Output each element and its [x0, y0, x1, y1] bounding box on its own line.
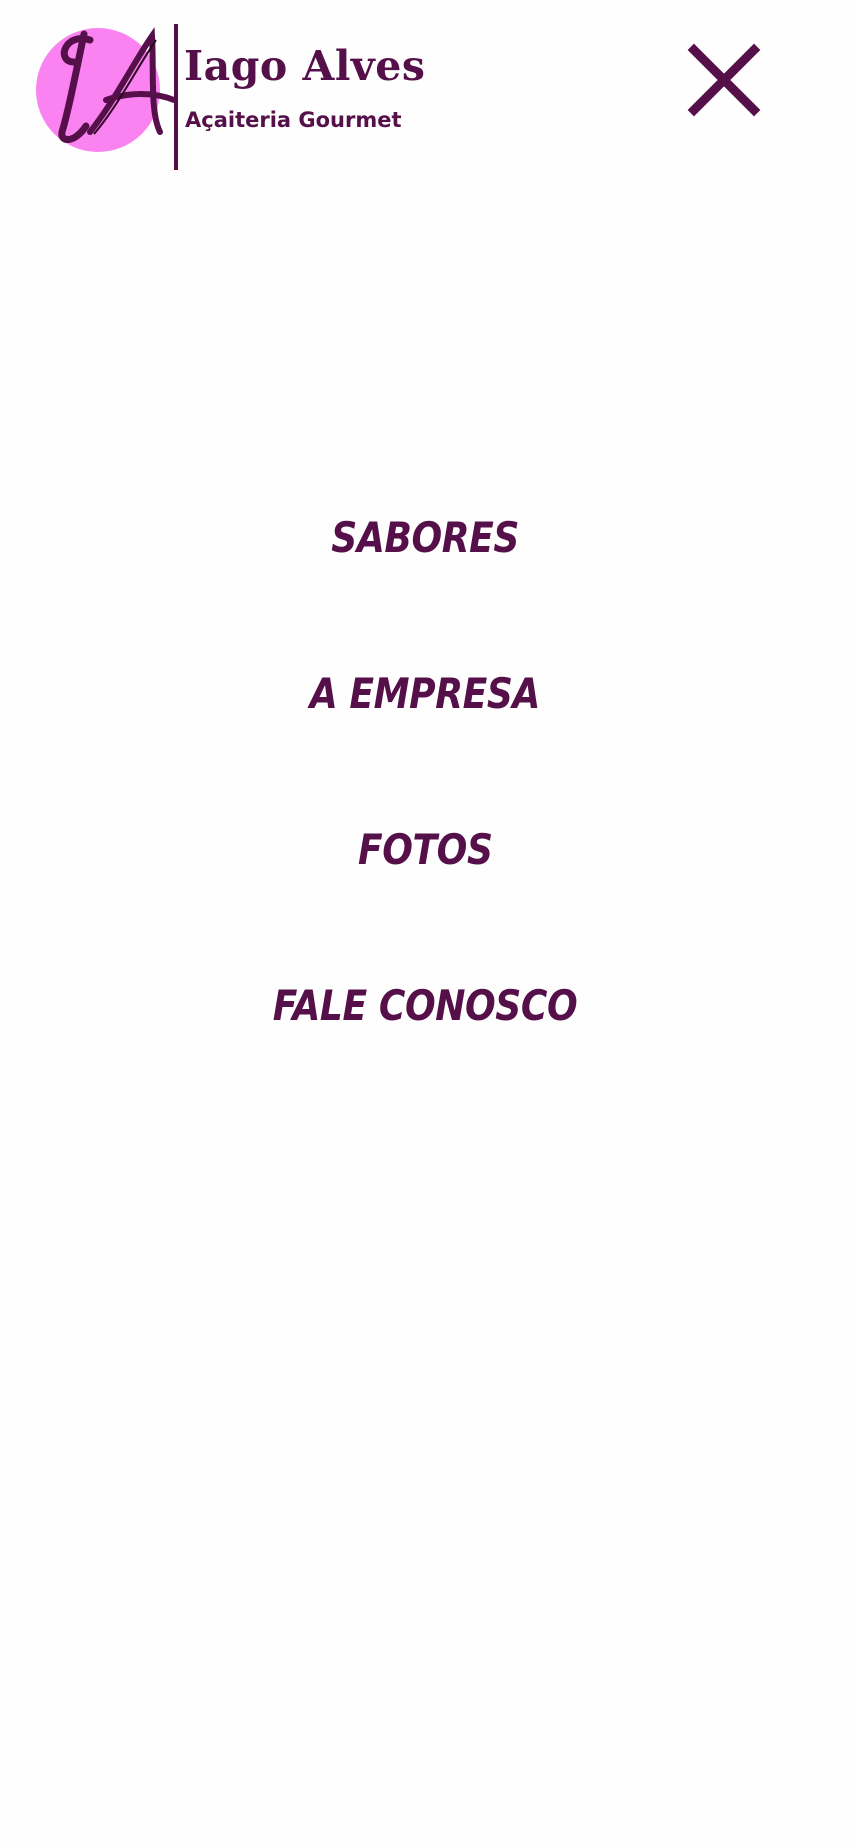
site-header: Iago Alves Açaiteria Gourmet — [0, 0, 850, 180]
nav-item-fale-conosco[interactable]: FALE CONOSCO — [0, 968, 850, 1124]
close-menu-button[interactable] — [686, 42, 762, 118]
nav-item-fotos[interactable]: FOTOS — [0, 812, 850, 968]
nav-item-label: SABORES — [331, 513, 519, 562]
nav-item-sabores[interactable]: SABORES — [0, 500, 850, 656]
brand-name: Iago Alves — [184, 42, 426, 90]
main-nav-menu: SABORES A EMPRESA FOTOS FALE CONOSCO — [0, 500, 850, 1124]
nav-item-a-empresa[interactable]: A EMPRESA — [0, 656, 850, 812]
brand-tagline: Açaiteria Gourmet — [185, 108, 402, 132]
nav-item-label: FOTOS — [357, 825, 493, 874]
nav-item-label: A EMPRESA — [309, 669, 541, 718]
mobile-menu-page: Iago Alves Açaiteria Gourmet SABORES A E… — [0, 0, 850, 1846]
close-icon — [687, 43, 761, 117]
nav-item-label: FALE CONOSCO — [272, 981, 578, 1030]
